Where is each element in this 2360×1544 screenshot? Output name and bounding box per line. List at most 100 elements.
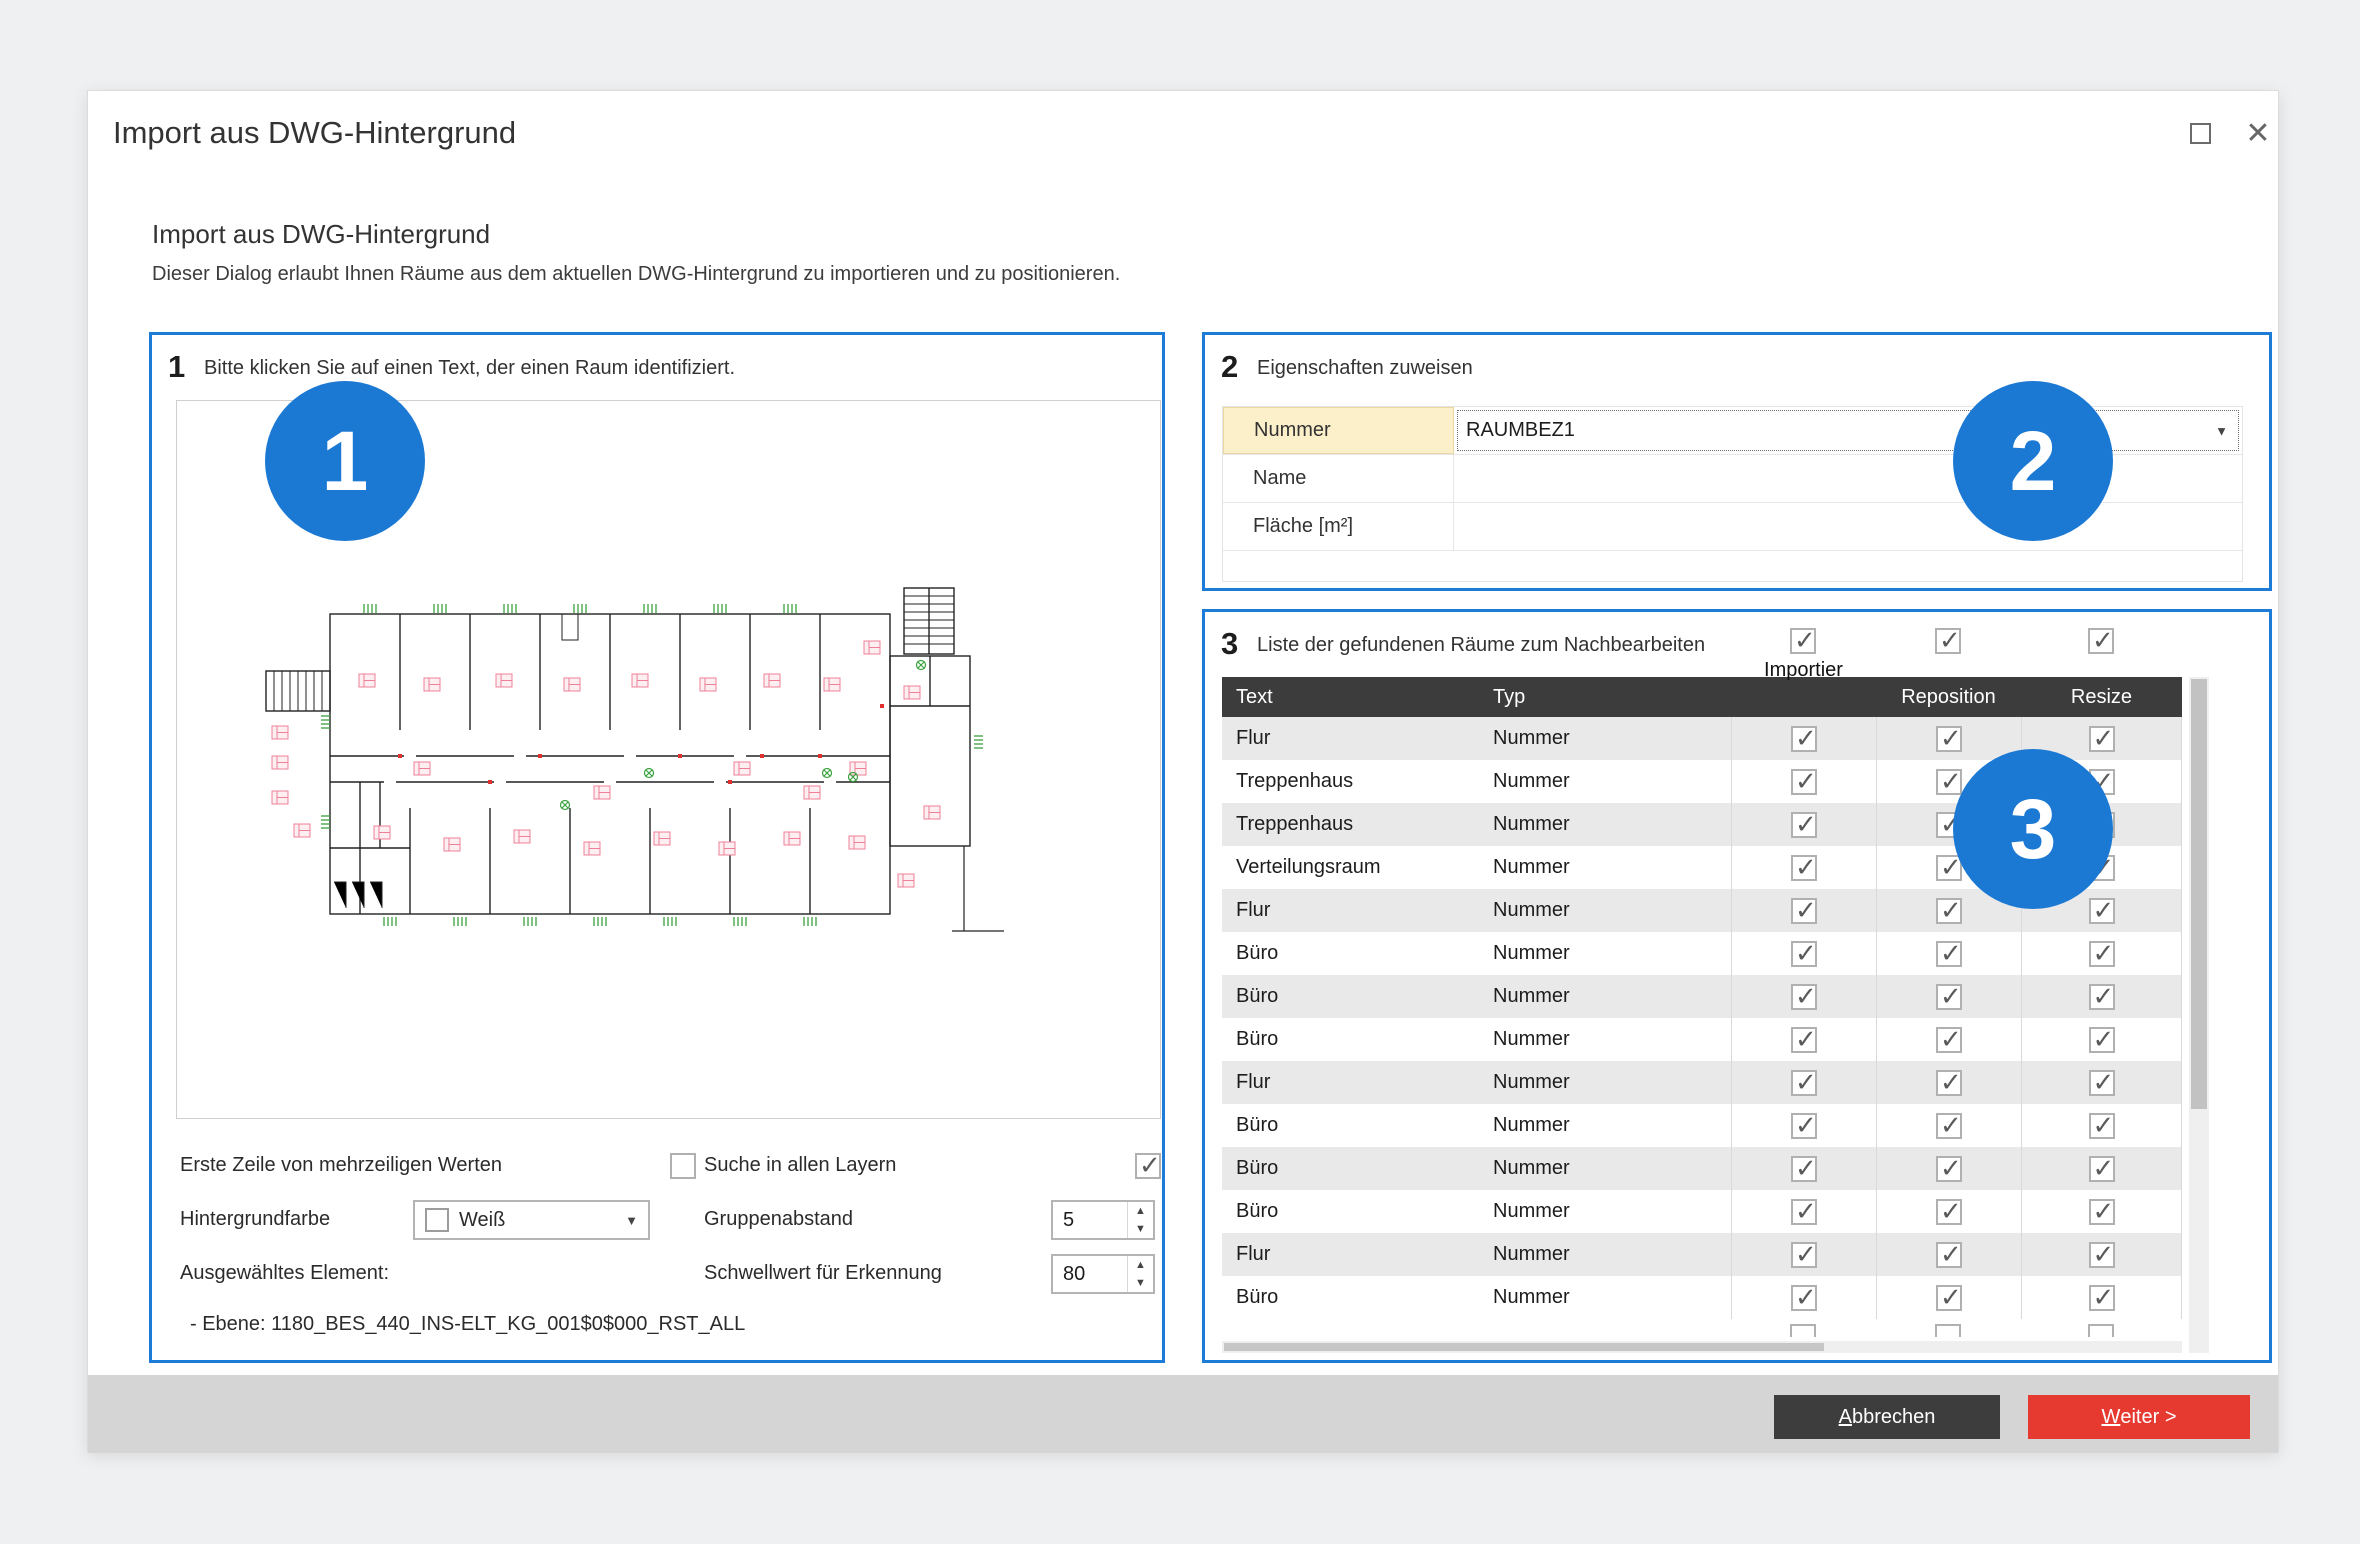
room-import-cell (1731, 1233, 1876, 1276)
reposition-checkbox[interactable] (1936, 1285, 1962, 1311)
spinner-up-icon[interactable]: ▲ (1128, 1256, 1153, 1274)
import-checkbox[interactable] (1791, 1027, 1817, 1053)
room-resize-cell (2021, 1018, 2182, 1061)
column-header-text[interactable]: Text (1222, 677, 1479, 717)
table-row[interactable]: Flur Nummer (1222, 1233, 2182, 1276)
import-checkbox[interactable] (1791, 1113, 1817, 1139)
import-checkbox[interactable] (1791, 726, 1817, 752)
import-checkbox[interactable] (1791, 1156, 1817, 1182)
resize-checkbox[interactable] (2089, 1242, 2115, 1268)
color-swatch-white (425, 1208, 449, 1232)
column-header-import[interactable]: Importier (1731, 659, 1876, 682)
search-all-layers-checkbox[interactable] (1135, 1153, 1161, 1179)
select-all-reposition-checkbox[interactable] (1935, 628, 1961, 654)
table-row[interactable]: Büro Nummer (1222, 1147, 2182, 1190)
step-badge-number: 2 (2010, 419, 2057, 503)
room-import-cell (1731, 1190, 1876, 1233)
reposition-checkbox[interactable] (1936, 1070, 1962, 1096)
chevron-down-icon[interactable]: ▼ (2215, 423, 2228, 438)
cancel-button[interactable]: Abbrechen (1774, 1395, 2000, 1439)
horizontal-scrollbar-thumb[interactable] (1224, 1343, 1824, 1351)
reposition-checkbox[interactable] (1936, 1156, 1962, 1182)
reposition-checkbox[interactable] (1936, 726, 1962, 752)
spinner-down-icon[interactable]: ▼ (1128, 1220, 1153, 1238)
room-import-cell (1731, 760, 1876, 803)
import-checkbox[interactable] (1791, 984, 1817, 1010)
column-header-reposition[interactable]: Reposition (1876, 677, 2021, 717)
room-resize-cell (2021, 1147, 2182, 1190)
reposition-checkbox[interactable] (1936, 1113, 1962, 1139)
resize-checkbox[interactable] (2089, 1027, 2115, 1053)
import-checkbox[interactable] (1791, 1199, 1817, 1225)
resize-checkbox[interactable] (2089, 1156, 2115, 1182)
button-label: bbrechen (1852, 1406, 1935, 1429)
vertical-scrollbar[interactable] (2189, 677, 2209, 1353)
import-checkbox[interactable] (1791, 812, 1817, 838)
spinner-up-icon[interactable]: ▲ (1128, 1202, 1153, 1220)
reposition-checkbox[interactable] (1936, 898, 1962, 924)
flaeche-input[interactable] (1454, 503, 2242, 550)
reposition-checkbox[interactable] (1936, 941, 1962, 967)
room-text-cell: Büro (1222, 1018, 1479, 1061)
reposition-checkbox[interactable] (1936, 1027, 1962, 1053)
table-row[interactable]: Büro Nummer (1222, 1104, 2182, 1147)
table-row[interactable]: Büro Nummer (1222, 975, 2182, 1018)
resize-checkbox[interactable] (2089, 726, 2115, 752)
room-import-cell (1731, 1018, 1876, 1061)
reposition-checkbox[interactable] (1936, 1242, 1962, 1268)
room-resize-cell (2021, 1276, 2182, 1319)
horizontal-scrollbar[interactable] (1222, 1341, 2182, 1353)
import-checkbox[interactable] (1791, 1070, 1817, 1096)
room-typ-cell: Nummer (1479, 932, 1731, 975)
column-header-resize[interactable]: Resize (2021, 677, 2182, 717)
import-checkbox[interactable] (1791, 941, 1817, 967)
floor-plan-drawing[interactable] (264, 586, 1054, 976)
table-row[interactable]: Büro Nummer (1222, 1018, 2182, 1061)
resize-checkbox[interactable] (2089, 898, 2115, 924)
reposition-checkbox[interactable] (1936, 769, 1962, 795)
table-row[interactable]: Flur Nummer (1222, 1061, 2182, 1104)
name-input[interactable] (1454, 455, 2242, 502)
reposition-checkbox[interactable] (1935, 1324, 1961, 1337)
threshold-input[interactable] (1053, 1256, 1127, 1292)
resize-checkbox[interactable] (2089, 1285, 2115, 1311)
room-text-cell: Treppenhaus (1222, 803, 1479, 846)
room-text-cell: Büro (1222, 1190, 1479, 1233)
resize-checkbox[interactable] (2089, 1199, 2115, 1225)
room-reposition-cell (1876, 1061, 2021, 1104)
nummer-combobox[interactable]: RAUMBEZ1 ▼ (1457, 410, 2239, 451)
room-import-cell (1731, 1276, 1876, 1319)
background-color-select[interactable]: Weiß ▼ (413, 1200, 650, 1240)
resize-checkbox[interactable] (2089, 1113, 2115, 1139)
reposition-checkbox[interactable] (1936, 1199, 1962, 1225)
resize-checkbox[interactable] (2089, 1070, 2115, 1096)
resize-checkbox[interactable] (2089, 984, 2115, 1010)
import-checkbox[interactable] (1790, 1324, 1816, 1337)
group-distance-input[interactable] (1053, 1202, 1127, 1238)
table-row[interactable]: Büro Nummer (1222, 1190, 2182, 1233)
first-line-checkbox[interactable] (670, 1153, 696, 1179)
room-text-cell: Flur (1222, 717, 1479, 760)
column-header-typ[interactable]: Typ (1479, 677, 1731, 717)
properties-title: Eigenschaften zuweisen (1257, 357, 1473, 380)
resize-checkbox[interactable] (2088, 1324, 2114, 1337)
import-checkbox[interactable] (1791, 769, 1817, 795)
spinner-down-icon[interactable]: ▼ (1128, 1274, 1153, 1292)
resize-checkbox[interactable] (2089, 941, 2115, 967)
import-checkbox[interactable] (1791, 1285, 1817, 1311)
reposition-checkbox[interactable] (1936, 984, 1962, 1010)
maximize-button[interactable] (2181, 114, 2219, 152)
select-all-resize-checkbox[interactable] (2088, 628, 2114, 654)
next-button[interactable]: Weiter > (2028, 1395, 2250, 1439)
select-all-import-checkbox[interactable] (1790, 628, 1816, 654)
partial-row (1222, 1319, 2182, 1337)
selected-element-label: Ausgewähltes Element: (180, 1262, 389, 1285)
vertical-scrollbar-thumb[interactable] (2191, 679, 2207, 1109)
table-row[interactable]: Büro Nummer (1222, 1276, 2182, 1319)
close-button[interactable]: ✕ (2239, 114, 2277, 152)
import-checkbox[interactable] (1791, 1242, 1817, 1268)
table-row[interactable]: Büro Nummer (1222, 932, 2182, 975)
import-checkbox[interactable] (1791, 855, 1817, 881)
room-typ-cell: Nummer (1479, 889, 1731, 932)
import-checkbox[interactable] (1791, 898, 1817, 924)
